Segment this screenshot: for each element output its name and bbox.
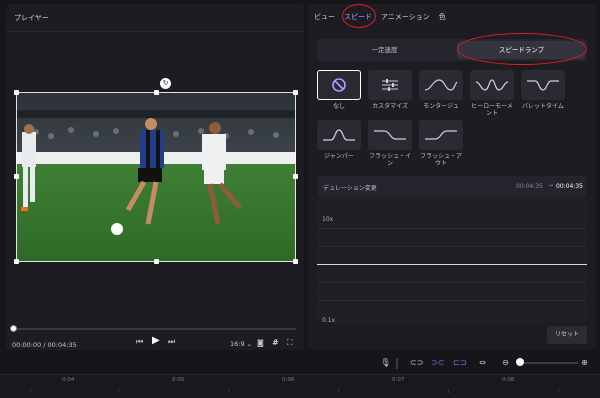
preset-montage[interactable]: モンタージュ (419, 70, 463, 110)
arrow-right-icon: → (547, 182, 553, 189)
speed-mode-switch: 一定速度 スピードランプ (317, 33, 587, 65)
play-icon[interactable]: ▶ (152, 335, 160, 346)
ruler-tick: 0:05 (172, 377, 185, 383)
sliders-icon (368, 70, 412, 100)
gridline (317, 246, 587, 247)
ruler-tick: 0:07 (392, 377, 405, 383)
resize-handle-left[interactable] (14, 174, 19, 179)
link-icon[interactable]: ⊂⊃ (410, 357, 423, 369)
ruler-mark (118, 389, 119, 393)
resize-handle-right[interactable] (293, 174, 298, 179)
inspector-panel: ビュー スピード アニメーション 色 一定速度 スピードランプ なし カスタマイ… (308, 4, 596, 350)
resize-handle-bottom-right[interactable] (293, 259, 298, 264)
ruler-tick: 0:08 (502, 377, 515, 383)
highlight-circle-speed-tab (342, 4, 376, 28)
zoom-slider-knob[interactable] (516, 358, 524, 366)
player-title: プレイヤー (14, 14, 49, 22)
player-panel: プレイヤー ↻ 00:00:00 / 00:04:35 ⏮ ▶ ⏭ 16:9 ⌄… (6, 4, 304, 350)
preset-label: ジャンパー (324, 153, 354, 160)
preset-flash-out[interactable]: フラッシュ・アウト (419, 120, 463, 167)
speed-presets: なし カスタマイズ モンタージュ ヒーローモーメント バレットタイム ジャンパー… (317, 70, 587, 190)
speed-curve-line[interactable] (317, 264, 587, 265)
ruler-mark (448, 389, 449, 393)
timeline-toolbar: 🎙︎ ⊂⊃ ⊃⊂ ⊏⊐ ⇔ ⊖ ⊕ (0, 352, 600, 374)
tab-view[interactable]: ビュー (314, 12, 335, 22)
ruler-mark (338, 389, 339, 393)
ruler-tick: 0:06 (282, 377, 295, 383)
tab-animation[interactable]: アニメーション (381, 12, 430, 22)
divider (6, 31, 304, 32)
max-speed-label: 10x (322, 216, 334, 223)
scrubber-knob[interactable] (10, 325, 17, 332)
speed-curve-editor[interactable]: デュレーション変更 00:04:35 → 00:04:35 10x 0.1x (317, 176, 587, 324)
preset-label: モンタージュ (423, 103, 459, 110)
resize-handle-top-left[interactable] (14, 90, 19, 95)
flash-out-curve-icon (419, 120, 463, 150)
snap-icon[interactable]: ⊏⊐ (453, 357, 466, 369)
preset-hero-moment[interactable]: ヒーローモーメント (470, 70, 514, 117)
zoom-slider[interactable] (520, 362, 578, 364)
video-frame-image (16, 92, 296, 262)
resize-handle-bottom[interactable] (154, 259, 159, 264)
timeline-ruler[interactable]: 0:04 0:05 0:06 0:07 0:08 (0, 374, 600, 398)
preset-label: カスタマイズ (372, 103, 408, 110)
jumper-curve-icon (317, 120, 361, 150)
magnet-icon[interactable]: ⊃⊂ (431, 357, 444, 369)
hero-curve-icon (470, 70, 514, 100)
split-icon[interactable]: ⇔ (476, 357, 489, 369)
preset-customize[interactable]: カスタマイズ (368, 70, 412, 110)
camera-icon[interactable]: ◙ (257, 339, 264, 347)
gridline (317, 282, 587, 283)
resize-handle-bottom-left[interactable] (14, 259, 19, 264)
divider (396, 358, 398, 369)
normal-speed-button[interactable]: 一定速度 (317, 39, 452, 61)
preset-jumper[interactable]: ジャンパー (317, 120, 361, 160)
grid-icon[interactable]: # (272, 338, 279, 347)
timecode: 00:00:00 / 00:04:35 (12, 341, 77, 349)
montage-curve-icon (419, 70, 463, 100)
ruler-tick: 0:04 (62, 377, 75, 383)
aspect-ratio-select[interactable]: 16:9 ⌄ (230, 340, 252, 348)
duration-header: デュレーション変更 00:04:35 → 00:04:35 (317, 176, 587, 196)
resize-handle-top[interactable] (154, 90, 159, 95)
gridline (317, 300, 587, 301)
inspector-tabs: ビュー スピード アニメーション 色 (314, 12, 446, 22)
preset-flash-in[interactable]: フラッシュ・イン (368, 120, 412, 167)
zoom-in-icon[interactable]: ⊕ (578, 357, 591, 369)
preset-none[interactable]: なし (317, 70, 361, 110)
preset-label: フラッシュ・イン (368, 153, 411, 167)
reset-button[interactable]: リセット (547, 326, 587, 344)
min-speed-label: 0.1x (322, 317, 336, 324)
preset-label: フラッシュ・アウト (419, 153, 462, 167)
flash-in-curve-icon (368, 120, 412, 150)
duration-label: デュレーション変更 (323, 185, 377, 192)
fullscreen-icon[interactable]: ⛶ (287, 338, 293, 348)
preset-bullet-time[interactable]: バレットタイム (521, 70, 565, 110)
video-preview[interactable]: ↻ (14, 78, 298, 264)
bullet-curve-icon (521, 70, 565, 100)
original-duration: 00:04:35 (516, 183, 543, 190)
ruler-mark (30, 389, 31, 393)
resize-handle-top-right[interactable] (293, 90, 298, 95)
new-duration: 00:04:35 (556, 183, 583, 190)
preset-label: ヒーローモーメント (471, 103, 513, 117)
preset-label: バレットタイム (522, 103, 564, 110)
highlight-circle-speed-ramp (457, 33, 587, 65)
tab-color[interactable]: 色 (439, 12, 446, 22)
microphone-icon[interactable]: 🎙︎ (379, 357, 392, 369)
ruler-mark (228, 389, 229, 393)
zoom-out-icon[interactable]: ⊖ (499, 357, 512, 369)
none-icon (317, 70, 361, 100)
step-back-icon[interactable]: ⏮ (136, 337, 143, 347)
playback-scrubber[interactable] (10, 325, 296, 332)
rotate-icon[interactable]: ↻ (160, 78, 171, 89)
preset-label: なし (332, 103, 345, 110)
gridline (317, 228, 587, 229)
ruler-mark (558, 389, 559, 393)
step-forward-icon[interactable]: ⏭ (168, 337, 175, 347)
